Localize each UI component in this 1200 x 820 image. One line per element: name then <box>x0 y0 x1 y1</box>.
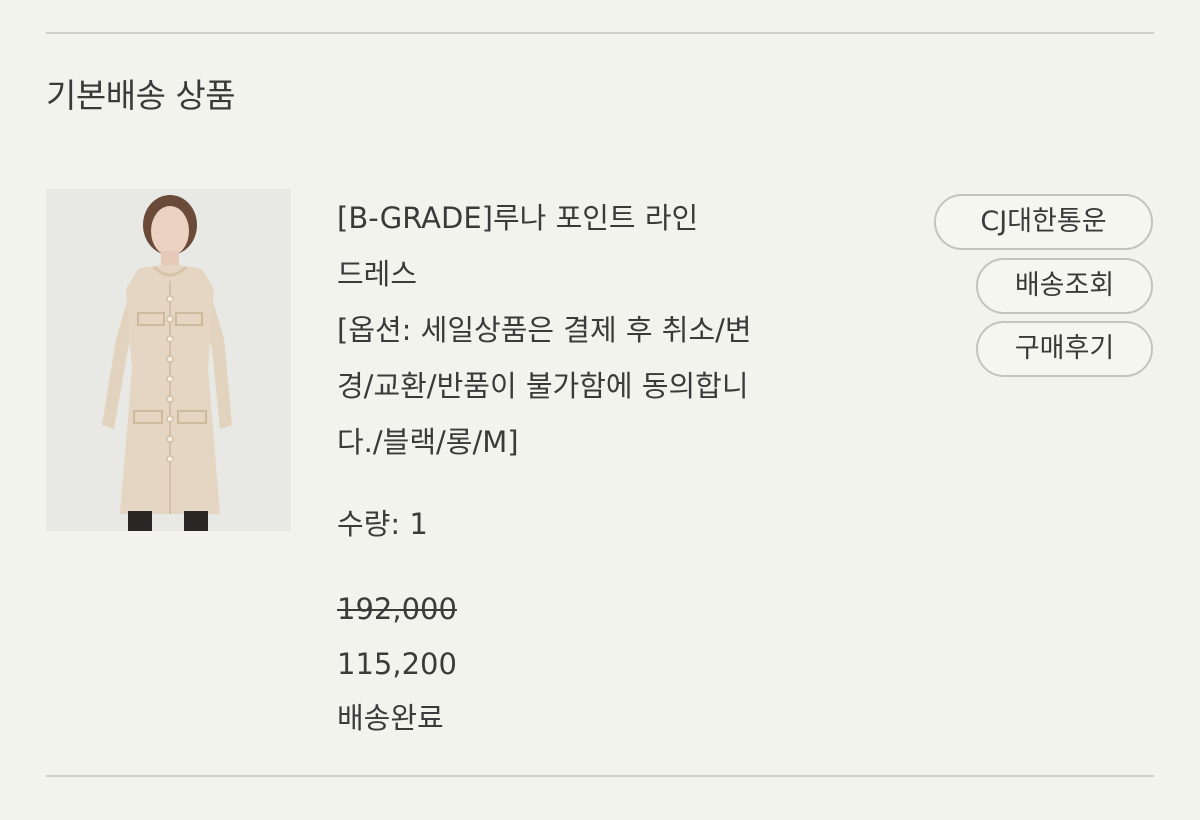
product-name-line-1: [B-GRADE]루나 포인트 라인 <box>337 201 699 235</box>
sale-price: 115,200 <box>337 647 457 681</box>
delivery-status: 배송완료 <box>337 701 444 735</box>
product-thumbnail[interactable] <box>46 189 291 531</box>
quantity-text: 수량: 1 <box>337 507 428 541</box>
courier-button[interactable]: CJ대한통운 <box>934 194 1153 250</box>
product-option-line-3: 다./블랙/롱/M] <box>337 425 519 459</box>
original-price: 192,000 <box>337 592 457 626</box>
product-name-line-2: 드레스 <box>337 257 418 291</box>
product-name[interactable]: [B-GRADE]루나 포인트 라인 드레스 [옵션: 세일상품은 결제 후 취… <box>337 190 857 470</box>
write-review-button[interactable]: 구매후기 <box>976 321 1153 377</box>
product-info: [B-GRADE]루나 포인트 라인 드레스 [옵션: 세일상품은 결제 후 취… <box>337 190 857 470</box>
product-option-line-2: 경/교환/반품이 불가함에 동의합니 <box>337 369 749 403</box>
product-option-line-1: [옵션: 세일상품은 결제 후 취소/변 <box>337 313 752 347</box>
order-page: 기본배송 상품 [B-GRADE]루나 포인트 라인 드레스 [옵션: 세일상품… <box>0 0 1200 820</box>
product-photo-image <box>46 189 291 531</box>
top-divider <box>46 32 1154 34</box>
section-title: 기본배송 상품 <box>46 76 236 115</box>
track-delivery-button[interactable]: 배송조회 <box>976 258 1153 314</box>
bottom-divider <box>46 775 1154 777</box>
